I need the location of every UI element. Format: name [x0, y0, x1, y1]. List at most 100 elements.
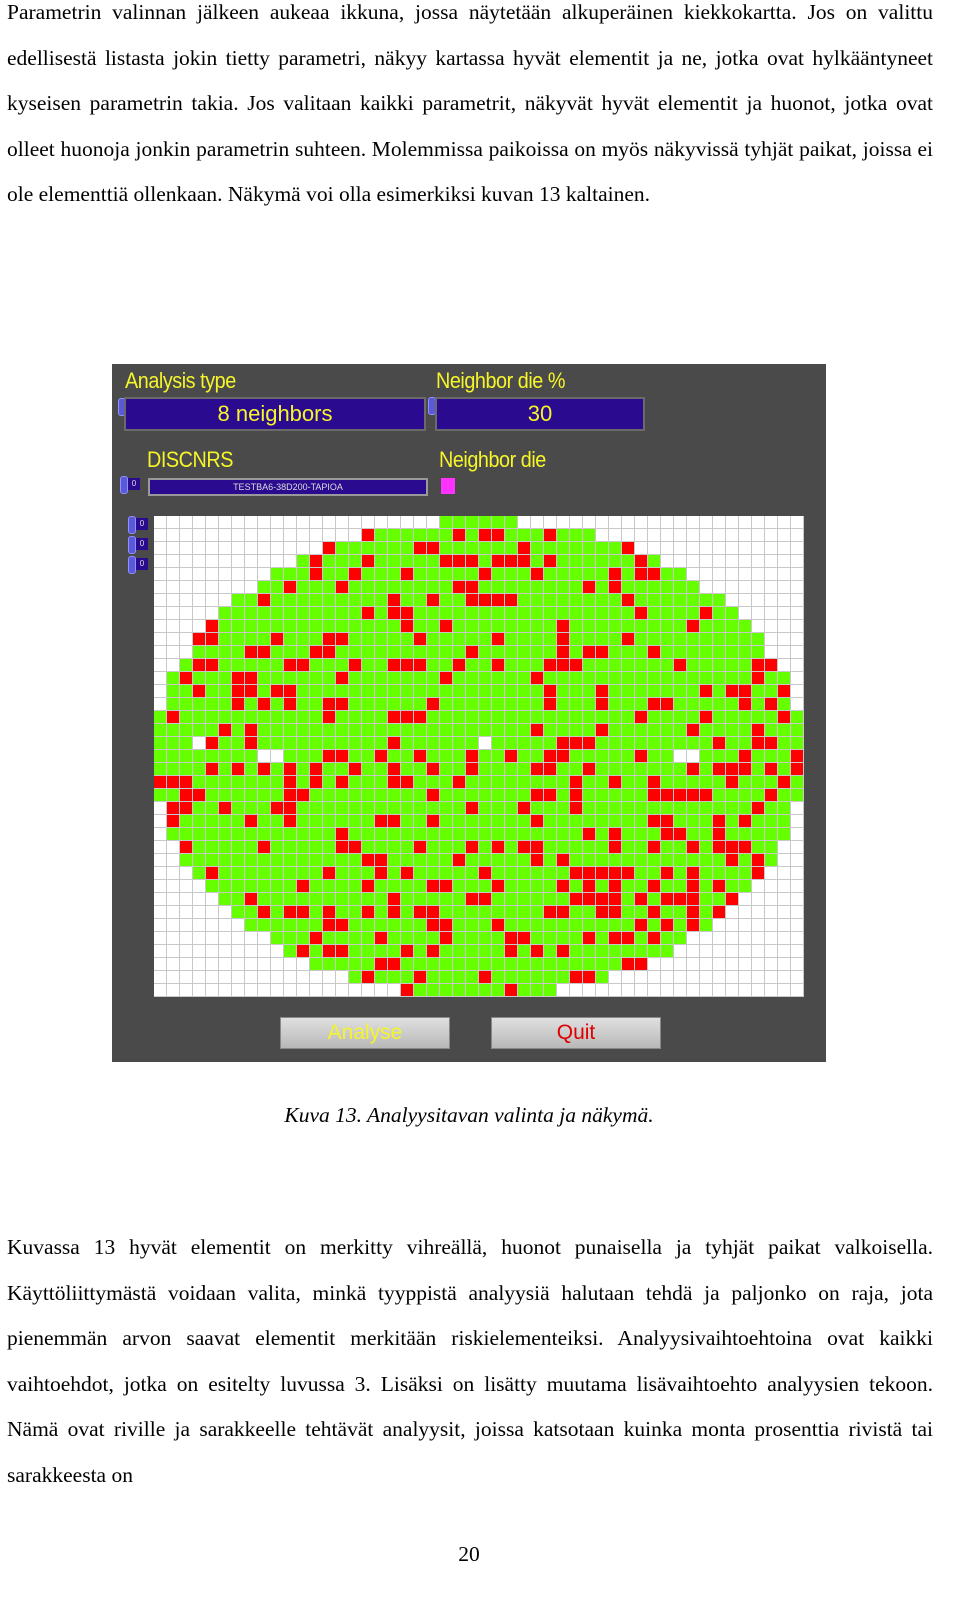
wafer-die-empty: [193, 919, 206, 932]
wafer-die-good: [648, 594, 661, 607]
wafer-die-empty: [258, 984, 271, 997]
wafer-die-good: [570, 646, 583, 659]
wafer-die-good: [349, 633, 362, 646]
wafer-die-bad: [180, 841, 193, 854]
wafer-die-good: [609, 945, 622, 958]
wafer-die-good: [700, 815, 713, 828]
wafer-die-good: [219, 815, 232, 828]
neighbor-pct-input[interactable]: 30: [435, 397, 645, 431]
wafer-die-empty: [271, 945, 284, 958]
index-2[interactable]: 0: [136, 538, 148, 550]
wafer-die-good: [505, 646, 518, 659]
wafer-die-empty: [726, 555, 739, 568]
wafer-die-bad: [622, 958, 635, 971]
wafer-die-good: [661, 750, 674, 763]
wafer-die-empty: [232, 945, 245, 958]
wafer-die-good: [739, 867, 752, 880]
wafer-die-good: [726, 750, 739, 763]
parameter-index[interactable]: 0: [128, 478, 140, 490]
wafer-die-good: [661, 932, 674, 945]
wafer-die-good: [336, 685, 349, 698]
wafer-die-good: [245, 776, 258, 789]
wafer-die-good: [297, 607, 310, 620]
wafer-die-good: [245, 880, 258, 893]
wafer-die-good: [401, 841, 414, 854]
wafer-die-bad: [609, 568, 622, 581]
index-spinner-icon[interactable]: [128, 556, 136, 574]
wafer-die-good: [622, 841, 635, 854]
wafer-die-empty: [219, 906, 232, 919]
wafer-die-good: [479, 906, 492, 919]
wafer-die-bad: [791, 763, 804, 776]
wafer-die-good: [479, 659, 492, 672]
wafer-die-good: [349, 919, 362, 932]
wafer-die-good: [401, 633, 414, 646]
wafer-die-good: [414, 555, 427, 568]
index-spinner-icon[interactable]: [128, 516, 136, 534]
wafer-die-good: [635, 880, 648, 893]
wafer-die-empty: [258, 529, 271, 542]
wafer-die-bad: [661, 698, 674, 711]
wafer-die-good: [544, 568, 557, 581]
wafer-die-good: [739, 880, 752, 893]
wafer-die-empty: [362, 516, 375, 529]
wafer-die-good: [479, 685, 492, 698]
wafer-die-bad: [310, 568, 323, 581]
wafer-die-good: [362, 828, 375, 841]
wafer-die-bad: [596, 646, 609, 659]
wafer-die-good: [778, 750, 791, 763]
wafer-die-empty: [154, 555, 167, 568]
wafer-die-empty: [193, 971, 206, 984]
wafer-die-empty: [752, 594, 765, 607]
wafer-die-good: [648, 867, 661, 880]
wafer-die-empty: [596, 984, 609, 997]
wafer-die-good: [531, 750, 544, 763]
wafer-die-good: [752, 750, 765, 763]
wafer-die-good: [479, 711, 492, 724]
wafer-die-good: [180, 685, 193, 698]
wafer-die-good: [492, 906, 505, 919]
wafer-die-empty: [193, 984, 206, 997]
wafer-die-empty: [622, 971, 635, 984]
wafer-die-good: [375, 724, 388, 737]
wafer-die-good: [284, 880, 297, 893]
wafer-die-good: [687, 711, 700, 724]
wafer-die-good: [557, 711, 570, 724]
wafer-die-bad: [414, 711, 427, 724]
wafer-die-good: [609, 958, 622, 971]
wafer-die-empty: [193, 607, 206, 620]
wafer-die-good: [258, 633, 271, 646]
wafer-die-empty: [154, 594, 167, 607]
index-spinner-icon[interactable]: [128, 536, 136, 554]
wafer-die-empty: [193, 932, 206, 945]
wafer-die-good: [219, 620, 232, 633]
wafer-die-empty: [622, 516, 635, 529]
wafer-die-empty: [648, 958, 661, 971]
wafer-die-good: [557, 919, 570, 932]
index-1[interactable]: 0: [136, 518, 148, 530]
wafer-die-bad: [453, 854, 466, 867]
quit-button[interactable]: Quit: [491, 1017, 661, 1049]
index-3[interactable]: 0: [136, 558, 148, 570]
wafer-die-good: [609, 607, 622, 620]
wafer-die-good: [232, 724, 245, 737]
wafer-die-empty: [739, 958, 752, 971]
wafer-die-empty: [336, 516, 349, 529]
wafer-die-empty: [674, 529, 687, 542]
wafer-die-bad: [752, 672, 765, 685]
parameter-spinner-icon[interactable]: [120, 476, 128, 494]
analyse-button[interactable]: Analyse: [280, 1017, 450, 1049]
wafer-die-good: [648, 828, 661, 841]
wafer-die-good: [219, 633, 232, 646]
wafer-die-good: [739, 724, 752, 737]
wafer-die-good: [635, 698, 648, 711]
wafer-die-bad: [700, 685, 713, 698]
body-paragraph-2: Kuvassa 13 hyvät elementit on merkitty v…: [7, 1235, 933, 1487]
wafer-die-good: [544, 724, 557, 737]
wafer-die-empty: [713, 958, 726, 971]
analysis-type-select[interactable]: 8 neighbors: [124, 397, 426, 431]
wafer-die-good: [700, 737, 713, 750]
wafer-die-good: [466, 659, 479, 672]
wafer-die-good: [479, 763, 492, 776]
wafer-die-bad: [362, 854, 375, 867]
